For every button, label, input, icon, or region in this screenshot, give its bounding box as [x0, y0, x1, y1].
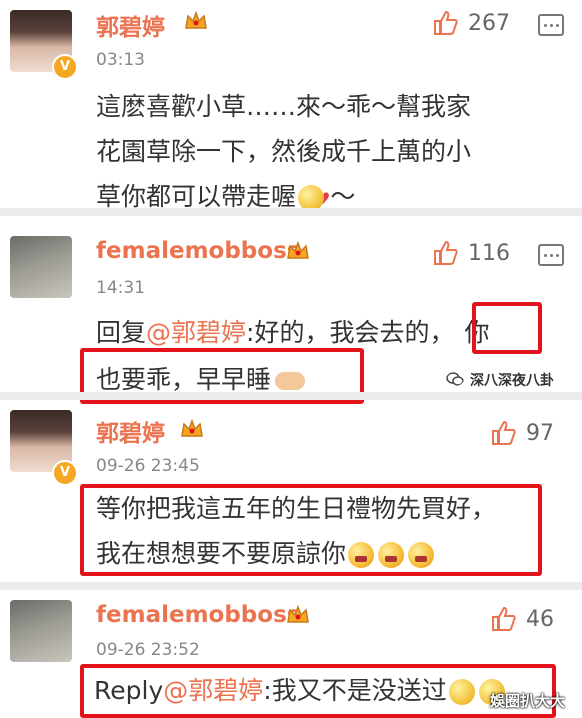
verified-badge-icon: V — [52, 460, 78, 486]
comment-time: 09-26 23:45 — [96, 456, 200, 476]
highlight-box — [80, 664, 556, 718]
crown-badge-icon — [287, 240, 309, 259]
bottom-watermark: 娛圈扒大大 — [490, 692, 566, 710]
comment-line: 草你都可以帶走喔 — [96, 182, 297, 211]
comment-tail: ～ — [330, 182, 356, 211]
reply-prefix: 回复 — [96, 318, 147, 347]
comment-line: 花園草除一下，然後成千上萬的小 — [96, 137, 472, 166]
comment-text: 這麽喜歡小草……來～乖～幫我家 花園草除一下，然後成千上萬的小 草你都可以帶走喔… — [96, 84, 471, 221]
comment-divider — [0, 582, 582, 590]
avatar[interactable] — [10, 600, 72, 662]
comment-time: 03:13 — [96, 50, 145, 70]
more-options-button[interactable] — [538, 14, 564, 36]
avatar[interactable] — [10, 236, 72, 298]
thumbs-up-icon — [434, 10, 458, 35]
like-count: 267 — [468, 10, 510, 36]
highlight-box — [80, 484, 542, 576]
thumbs-up-icon — [492, 606, 516, 631]
commenter-name[interactable]: 郭碧婷 — [96, 414, 165, 448]
more-options-button[interactable] — [538, 244, 564, 266]
like-count: 46 — [526, 606, 554, 632]
thumbs-up-icon — [492, 420, 516, 445]
like-button[interactable]: 46 — [490, 606, 554, 632]
comment-1: V 郭碧婷 03:13 267 這麽喜歡小草……來～乖～幫我家 花園草除一下，然… — [0, 0, 582, 211]
comment-divider — [0, 392, 582, 400]
mention-link[interactable]: @郭碧婷 — [146, 318, 246, 347]
commenter-name[interactable]: 郭碧婷 — [96, 8, 165, 42]
commenter-name[interactable]: femalemobboss — [96, 238, 300, 264]
like-button[interactable]: 97 — [490, 420, 554, 446]
like-button[interactable]: 116 — [432, 240, 510, 266]
wechat-watermark: 深八深夜八卦 — [470, 373, 554, 389]
verified-badge-icon: V — [52, 54, 78, 80]
comment-divider — [0, 208, 582, 216]
like-count: 116 — [468, 240, 510, 266]
crown-badge-icon — [181, 418, 203, 437]
comment-time: 09-26 23:52 — [96, 640, 200, 660]
like-count: 97 — [526, 420, 554, 446]
wechat-icon — [446, 372, 464, 386]
comment-3: V 郭碧婷 09-26 23:45 97 等你把我這五年的生日禮物先買好， 我在… — [0, 400, 582, 580]
crown-badge-icon — [185, 10, 207, 29]
crown-badge-icon — [287, 604, 309, 623]
reply-text: :好的，我会去的， — [246, 318, 455, 347]
commenter-name[interactable]: femalemobboss — [96, 602, 300, 628]
comment-time: 14:31 — [96, 278, 145, 298]
thumbs-up-icon — [434, 240, 458, 265]
comment-2: femalemobboss 14:31 116 回复@郭碧婷:好的，我会去的，你… — [0, 216, 582, 404]
highlight-box — [472, 302, 542, 354]
comment-4: femalemobboss 09-26 23:52 46 Reply@郭碧婷:我… — [0, 590, 582, 718]
like-button[interactable]: 267 — [432, 10, 510, 36]
comment-line: 這麽喜歡小草……來～乖～幫我家 — [96, 92, 472, 121]
